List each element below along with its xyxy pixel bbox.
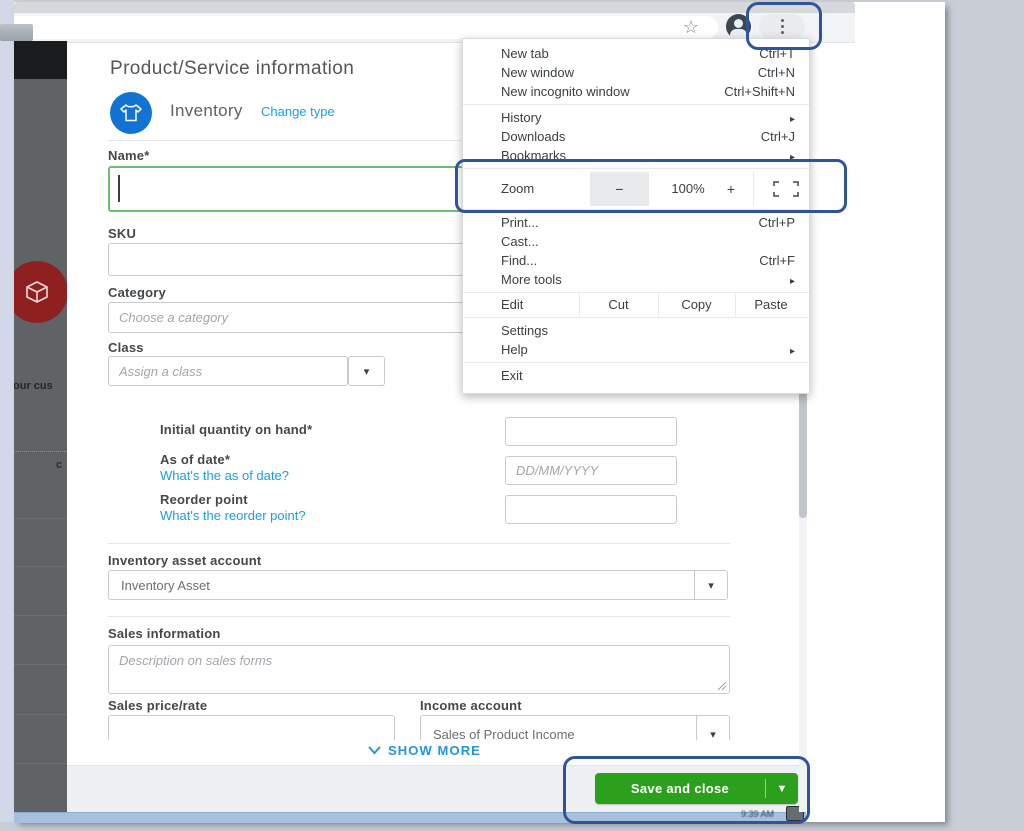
menu-item-cast[interactable]: Cast... [463,232,809,251]
menu-separator [463,362,809,363]
inventory-asset-value: Inventory Asset [109,578,694,593]
submenu-arrow-icon [790,108,795,127]
annotation-box-menu-button [746,2,822,50]
browser-scrollbar[interactable] [799,380,807,812]
class-label: Class [108,340,144,355]
inventory-asset-select[interactable]: Inventory Asset ▾ [108,570,728,600]
sales-description-placeholder: Description on sales forms [119,653,272,668]
dropdown-arrow-icon[interactable]: ▾ [694,571,727,599]
change-type-link[interactable]: Change type [261,104,335,119]
as-of-date-input[interactable] [505,456,677,485]
sku-label: SKU [108,226,136,241]
sales-description-textarea[interactable]: Description on sales forms [108,645,730,694]
annotation-box-save-button [563,756,810,824]
annotation-box-zoom-row [455,159,847,213]
screenshot-canvas: ☆ our cus c [0,0,1024,831]
as-of-date-label: As of date* [160,452,230,467]
slide-background-left [0,0,14,822]
tshirt-icon [119,103,143,123]
menu-item-find[interactable]: Find... Ctrl+F [463,251,809,270]
submenu-arrow-icon [790,340,795,359]
profile-body-glyph [730,29,747,38]
browser-titlebar[interactable] [14,2,855,13]
menu-item-edit[interactable]: Edit [501,293,523,317]
menu-item-downloads[interactable]: Downloads Ctrl+J [463,127,809,146]
class-dropdown-button[interactable]: ▾ [348,356,385,386]
dashed-line [14,397,67,398]
menu-separator [463,104,809,105]
menu-item-history[interactable]: History [463,108,809,127]
inventory-asset-label: Inventory asset account [108,553,261,568]
show-more-toggle[interactable]: SHOW MORE [368,743,481,758]
resize-handle-icon[interactable] [716,680,727,691]
menu-item-exit[interactable]: Exit [463,366,809,385]
text-caret [118,175,120,202]
dropdown-arrow-icon: ▾ [364,365,370,378]
qb-header-fragment [14,41,67,79]
income-account-label: Income account [420,698,522,713]
divider [108,616,730,617]
menu-item-print[interactable]: Print... Ctrl+P [463,213,809,232]
bookmark-star-icon[interactable]: ☆ [678,15,704,39]
class-input[interactable] [108,356,348,386]
qb-empty-state-badge [14,261,67,323]
menu-item-cut[interactable]: Cut [579,293,658,317]
submenu-arrow-icon [790,270,795,289]
initial-qty-input[interactable] [505,417,677,446]
window-fragment [0,24,33,41]
background-text-fragment: our cus [14,380,53,392]
divider [108,543,730,544]
as-of-date-help-link[interactable]: What's the as of date? [160,468,289,483]
sales-information-label: Sales information [108,626,220,641]
address-bar[interactable] [14,16,718,39]
menu-item-help[interactable]: Help [463,340,809,359]
box-icon [22,277,52,307]
menu-item-new-incognito-window[interactable]: New incognito window Ctrl+Shift+N [463,82,809,101]
sales-price-label: Sales price/rate [108,698,207,713]
category-label: Category [108,285,166,300]
reorder-point-input[interactable] [505,495,677,524]
dotted-line [14,451,67,452]
initial-qty-label: Initial quantity on hand* [160,422,312,437]
scrollbar-thumb[interactable] [799,382,807,518]
profile-head-glyph [734,19,743,28]
background-char-fragment: c [56,459,62,471]
menu-item-paste[interactable]: Paste [735,293,807,317]
dialog-title: Product/Service information [110,58,354,80]
name-label: Name* [108,148,149,163]
inventory-type-badge [110,92,152,134]
type-label: Inventory [170,101,243,121]
chevron-down-icon [368,746,381,755]
reorder-point-label: Reorder point [160,492,248,507]
dimmed-background-page: our cus c [14,41,67,812]
show-more-label: SHOW MORE [388,743,481,758]
menu-item-new-window[interactable]: New window Ctrl+N [463,63,809,82]
menu-edit-row: Edit Cut Copy Paste [463,292,809,318]
menu-item-more-tools[interactable]: More tools [463,270,809,289]
browser-menu: New tab Ctrl+T New window Ctrl+N New inc… [462,38,810,394]
menu-item-copy[interactable]: Copy [658,293,735,317]
menu-item-settings[interactable]: Settings [463,321,809,340]
reorder-point-help-link[interactable]: What's the reorder point? [160,508,306,523]
